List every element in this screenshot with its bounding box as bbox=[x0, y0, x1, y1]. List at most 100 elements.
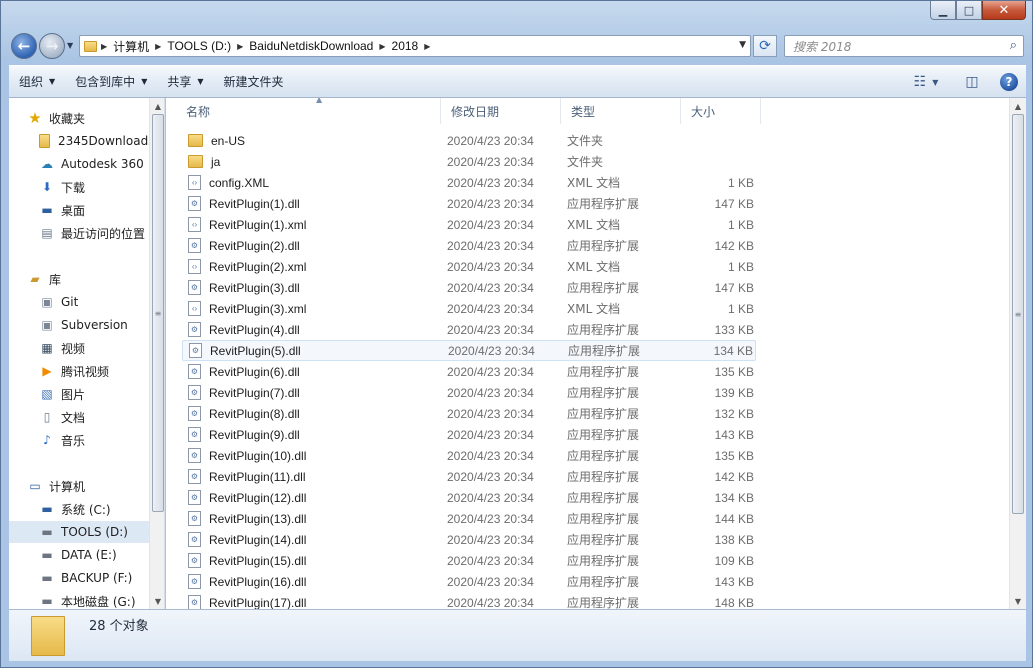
file-row[interactable]: ⚙ RevitPlugin(5).dll 2020/4/23 20:34 应用程序扩展… bbox=[182, 340, 756, 361]
file-row[interactable]: ⚙ RevitPlugin(2).dll 2020/4/23 20:34 应用程序扩展… bbox=[182, 235, 756, 256]
file-date: 2020/4/23 20:34 bbox=[447, 553, 534, 568]
column-header-size[interactable]: 大小 bbox=[681, 98, 761, 124]
nav-item-drive-e[interactable]: ▬ DATA (E:) bbox=[39, 544, 164, 566]
file-row[interactable]: ja 2020/4/23 20:34 文件夹 bbox=[182, 151, 756, 172]
file-name: RevitPlugin(1).dll bbox=[209, 196, 300, 211]
include-in-library-button[interactable]: 包含到库中 ▼ bbox=[65, 73, 157, 90]
file-row[interactable]: ⚙ RevitPlugin(9).dll 2020/4/23 20:34 应用程序扩展… bbox=[182, 424, 756, 445]
close-button[interactable]: ✕ bbox=[982, 1, 1026, 20]
forward-button[interactable]: → bbox=[39, 33, 65, 59]
file-row[interactable]: ⚙ RevitPlugin(1).dll 2020/4/23 20:34 应用程序扩展… bbox=[182, 193, 756, 214]
file-row[interactable]: ⚙ RevitPlugin(12).dll 2020/4/23 20:34 应用程序扩… bbox=[182, 487, 756, 508]
file-name: RevitPlugin(16).dll bbox=[209, 574, 307, 589]
preview-pane-icon[interactable]: ◫ bbox=[962, 72, 982, 92]
nav-item-tencent-video[interactable]: ▶ 腾讯视频 bbox=[39, 360, 164, 382]
file-row[interactable]: ⚙ RevitPlugin(6).dll 2020/4/23 20:34 应用程序扩展… bbox=[182, 361, 756, 382]
file-row[interactable]: en-US 2020/4/23 20:34 文件夹 bbox=[182, 130, 756, 151]
nav-item-subversion[interactable]: ▣ Subversion bbox=[39, 314, 164, 336]
file-row[interactable]: ⚙ RevitPlugin(7).dll 2020/4/23 20:34 应用程序扩展… bbox=[182, 382, 756, 403]
file-row[interactable]: ⚙ RevitPlugin(10).dll 2020/4/23 20:34 应用程序扩… bbox=[182, 445, 756, 466]
folder-icon bbox=[31, 616, 65, 659]
file-row[interactable]: ‹› RevitPlugin(1).xml 2020/4/23 20:34 XML 文… bbox=[182, 214, 756, 235]
nav-item-drive-d[interactable]: ▬ TOOLS (D:) bbox=[9, 521, 149, 543]
search-icon[interactable]: ⌕ bbox=[1010, 38, 1017, 53]
file-name: en-US bbox=[211, 133, 246, 148]
nav-computer[interactable]: ▭ 计算机 bbox=[27, 475, 164, 497]
breadcrumb-folder[interactable]: BaiduNetdiskDownload bbox=[243, 39, 379, 53]
arrow-left-icon: ← bbox=[17, 37, 31, 55]
breadcrumb-current[interactable]: 2018 bbox=[386, 39, 425, 53]
address-dropdown-icon[interactable]: ▼ bbox=[739, 40, 746, 50]
nav-scrollbar-thumb[interactable]: ≡ bbox=[152, 114, 164, 512]
nav-item-2345downloads[interactable]: 2345Downloads bbox=[39, 130, 164, 152]
nav-item-label: 文档 bbox=[61, 410, 86, 425]
nav-item-desktop[interactable]: ▬ 桌面 bbox=[39, 199, 164, 221]
file-name: RevitPlugin(8).dll bbox=[209, 406, 300, 421]
file-row[interactable]: ⚙ RevitPlugin(3).dll 2020/4/23 20:34 应用程序扩展… bbox=[182, 277, 756, 298]
scroll-up-icon[interactable]: ▲ bbox=[150, 98, 164, 114]
nav-item-documents[interactable]: ▯ 文档 bbox=[39, 406, 164, 428]
file-date: 2020/4/23 20:34 bbox=[447, 217, 534, 232]
organize-button[interactable]: 组织 ▼ bbox=[9, 73, 65, 90]
chevron-right-icon[interactable]: ▶ bbox=[424, 42, 430, 51]
nav-item-drive-c[interactable]: ▬ 系统 (C:) bbox=[39, 498, 164, 520]
file-row[interactable]: ⚙ RevitPlugin(11).dll 2020/4/23 20:34 应用程序扩… bbox=[182, 466, 756, 487]
file-size: 144 KB bbox=[714, 511, 754, 526]
column-header-date[interactable]: 修改日期 bbox=[441, 98, 561, 124]
nav-item-drive-f[interactable]: ▬ BACKUP (F:) bbox=[39, 567, 164, 589]
nav-item-music[interactable]: ♪ 音乐 bbox=[39, 429, 164, 451]
nav-item-git[interactable]: ▣ Git bbox=[39, 291, 164, 313]
file-size: 139 KB bbox=[714, 385, 754, 400]
file-row[interactable]: ⚙ RevitPlugin(8).dll 2020/4/23 20:34 应用程序扩展… bbox=[182, 403, 756, 424]
refresh-button[interactable]: ⟳ bbox=[753, 35, 777, 57]
nav-libraries[interactable]: ▰ 库 bbox=[27, 268, 164, 290]
back-button[interactable]: ← bbox=[11, 33, 37, 59]
column-header-type[interactable]: 类型 bbox=[561, 98, 681, 124]
command-bar: 组织 ▼ 包含到库中 ▼ 共享 ▼ 新建文件夹 ☷ ▼ ◫ ? bbox=[9, 65, 1026, 98]
file-row[interactable]: ‹› RevitPlugin(2).xml 2020/4/23 20:34 XML 文… bbox=[182, 256, 756, 277]
file-type: 应用程序扩展 bbox=[567, 491, 640, 505]
breadcrumb-drive[interactable]: TOOLS (D:) bbox=[161, 39, 237, 53]
new-folder-button[interactable]: 新建文件夹 bbox=[214, 73, 294, 90]
file-row[interactable]: ‹› RevitPlugin(3).xml 2020/4/23 20:34 XML 文… bbox=[182, 298, 756, 319]
file-row[interactable]: ⚙ RevitPlugin(14).dll 2020/4/23 20:34 应用程序扩… bbox=[182, 529, 756, 550]
breadcrumb-computer[interactable]: 计算机 bbox=[107, 38, 155, 55]
search-input[interactable]: 搜索 2018 ⌕ bbox=[784, 35, 1024, 57]
dll-file-icon: ⚙ bbox=[188, 532, 201, 547]
file-row[interactable]: ⚙ RevitPlugin(4).dll 2020/4/23 20:34 应用程序扩展… bbox=[182, 319, 756, 340]
column-header-date-label: 修改日期 bbox=[451, 104, 500, 119]
file-list-scrollbar[interactable]: ▲ ≡ ▼ bbox=[1009, 98, 1026, 609]
help-icon[interactable]: ? bbox=[1000, 73, 1018, 91]
file-name-cell: ⚙ RevitPlugin(16).dll bbox=[188, 574, 306, 589]
picture-icon: ▧ bbox=[41, 387, 53, 401]
nav-item-drive-g[interactable]: ▬ 本地磁盘 (G:) bbox=[39, 590, 164, 609]
address-bar[interactable]: ▶ 计算机 ▶ TOOLS (D:) ▶ BaiduNetdiskDownloa… bbox=[79, 35, 751, 57]
file-row[interactable]: ⚙ RevitPlugin(13).dll 2020/4/23 20:34 应用程序扩… bbox=[182, 508, 756, 529]
scroll-down-icon[interactable]: ▼ bbox=[1010, 593, 1026, 609]
nav-item-pictures[interactable]: ▧ 图片 bbox=[39, 383, 164, 405]
dll-file-icon: ⚙ bbox=[188, 595, 201, 609]
nav-item-autodesk360[interactable]: ☁ Autodesk 360 bbox=[39, 153, 164, 175]
nav-scrollbar[interactable]: ▲ ≡ ▼ bbox=[149, 98, 164, 609]
share-button[interactable]: 共享 ▼ bbox=[157, 73, 213, 90]
nav-item-recent-places[interactable]: ▤ 最近访问的位置 bbox=[39, 222, 164, 244]
scroll-up-icon[interactable]: ▲ bbox=[1010, 98, 1026, 114]
file-row[interactable]: ⚙ RevitPlugin(16).dll 2020/4/23 20:34 应用程序扩… bbox=[182, 571, 756, 592]
scroll-down-icon[interactable]: ▼ bbox=[150, 593, 164, 609]
nav-item-label: BACKUP (F:) bbox=[61, 571, 133, 585]
file-row[interactable]: ‹› config.XML 2020/4/23 20:34 XML 文档 1 KB bbox=[182, 172, 756, 193]
nav-favorites[interactable]: ★ 收藏夹 bbox=[27, 107, 164, 129]
file-row[interactable]: ⚙ RevitPlugin(15).dll 2020/4/23 20:34 应用程序扩… bbox=[182, 550, 756, 571]
xml-file-icon: ‹› bbox=[188, 301, 201, 316]
maximize-button[interactable]: □ bbox=[956, 1, 982, 20]
view-options-icon[interactable]: ☷ ▼ bbox=[908, 72, 944, 92]
nav-item-downloads[interactable]: ⬇ 下载 bbox=[39, 176, 164, 198]
system-drive-icon: ▬ bbox=[41, 502, 53, 516]
nav-item-videos[interactable]: ▦ 视频 bbox=[39, 337, 164, 359]
file-row[interactable]: ⚙ RevitPlugin(17).dll 2020/4/23 20:34 应用程序扩… bbox=[182, 592, 756, 609]
file-list-scrollbar-thumb[interactable]: ≡ bbox=[1012, 114, 1024, 514]
column-header-name[interactable]: 名称 ▲ bbox=[176, 98, 441, 124]
recent-pages-dropdown[interactable]: ▼ bbox=[67, 41, 73, 50]
file-name-cell: ‹› RevitPlugin(2).xml bbox=[188, 259, 306, 274]
minimize-button[interactable]: ▁ bbox=[930, 1, 956, 20]
